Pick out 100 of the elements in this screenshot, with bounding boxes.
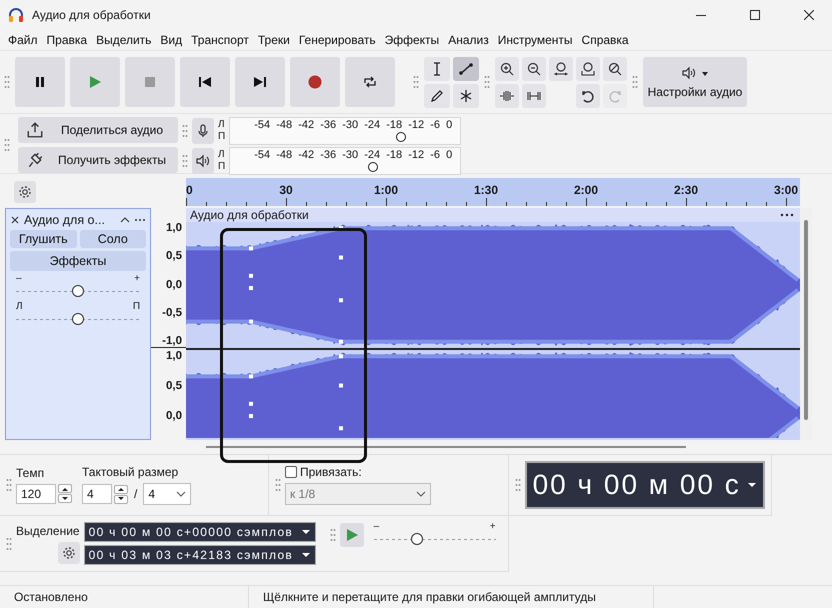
fit-project-button[interactable]: [576, 56, 600, 80]
menu-item[interactable]: Генерировать: [294, 33, 380, 47]
slider-thumb[interactable]: [72, 285, 84, 297]
skip-to-end-icon: [252, 74, 268, 90]
pause-button[interactable]: [15, 57, 65, 107]
grip-handle-icon[interactable]: [484, 75, 490, 89]
record-button[interactable]: [290, 57, 340, 107]
play-button[interactable]: [70, 57, 120, 107]
menu-item[interactable]: Треки: [254, 33, 294, 47]
selection-end-field[interactable]: 00 ч 03 м 03 с+42183 сэмплов: [84, 545, 316, 565]
beats-field[interactable]: 4: [82, 484, 112, 504]
meter-tick-label: -54: [254, 119, 270, 131]
caret-down-icon: [61, 496, 69, 502]
scrollbar-thumb[interactable]: [804, 220, 808, 420]
grip-handle-icon[interactable]: [330, 528, 336, 542]
menu-item[interactable]: Вид: [156, 33, 186, 47]
skip-to-start-icon: [197, 74, 213, 90]
collapse-track-button[interactable]: [120, 215, 130, 225]
upload-icon: [26, 121, 44, 139]
scrollbar-thumb[interactable]: [206, 446, 686, 448]
grip-handle-icon[interactable]: [182, 154, 188, 168]
undo-button[interactable]: [576, 84, 600, 108]
grip-handle-icon[interactable]: [4, 75, 10, 89]
tempo-field[interactable]: 120: [16, 484, 56, 504]
zoom-out-button[interactable]: [522, 56, 546, 80]
meter-tick-label: -42: [298, 149, 314, 161]
play-at-speed-button[interactable]: [340, 522, 364, 546]
track-toggle-button[interactable]: Соло: [80, 230, 146, 248]
menu-item[interactable]: Справка: [578, 33, 633, 47]
menu-item[interactable]: Анализ: [444, 33, 493, 47]
beat-unit-dropdown[interactable]: 4: [143, 483, 192, 505]
chevron-up-icon: [120, 215, 130, 225]
menu-item[interactable]: Эффекты: [380, 33, 444, 47]
slider-thumb[interactable]: [410, 533, 423, 545]
get-effects-button[interactable]: Получить эффекты: [18, 147, 178, 173]
fit-selection-button[interactable]: [549, 56, 573, 80]
meter-slider-thumb[interactable]: [396, 132, 406, 142]
share-audio-button[interactable]: Поделиться аудио: [18, 117, 178, 143]
effects-button[interactable]: Эффекты: [10, 251, 146, 271]
grip-handle-icon[interactable]: [182, 124, 188, 138]
meter-tick-label: -36: [320, 149, 336, 161]
selection-label: Выделение: [16, 524, 80, 538]
time-display[interactable]: 00 ч 00 м 00 с: [524, 461, 765, 509]
grip-handle-icon[interactable]: [6, 478, 12, 492]
grip-handle-icon[interactable]: [632, 75, 638, 89]
track-toggle-button[interactable]: Глушить: [10, 230, 76, 248]
skip-to-end-button[interactable]: [235, 57, 285, 107]
menu-item[interactable]: Выделить: [92, 33, 156, 47]
meter-tick-label: -42: [298, 119, 314, 131]
record-meter-button[interactable]: [192, 118, 214, 144]
menu-item[interactable]: Правка: [42, 33, 92, 47]
meter-slider-thumb[interactable]: [368, 162, 378, 172]
tool-button[interactable]: [453, 84, 479, 108]
selection-start-field[interactable]: 00 ч 00 м 00 с+00000 сэмплов: [84, 522, 316, 542]
zoom-in-button[interactable]: [495, 56, 519, 80]
record-icon: [307, 74, 323, 90]
meter-tick-label: -30: [342, 149, 358, 161]
tool-button[interactable]: [424, 56, 450, 80]
spin-down-button[interactable]: [114, 494, 128, 504]
meter-tick-label: -12: [408, 119, 424, 131]
audio-settings-button[interactable]: Настройки аудио: [643, 57, 747, 107]
playback-meter-button[interactable]: [192, 148, 214, 174]
trim-button[interactable]: [495, 84, 519, 108]
caret-up-icon: [61, 486, 69, 492]
grip-handle-icon[interactable]: [6, 536, 12, 550]
skip-to-start-button[interactable]: [180, 57, 230, 107]
menu-item[interactable]: Транспорт: [187, 33, 253, 47]
scale-label: -0,5: [162, 306, 183, 319]
grip-handle-icon[interactable]: [413, 75, 419, 89]
tool-button[interactable]: [453, 56, 479, 80]
track-name[interactable]: Аудио для о...: [24, 213, 116, 227]
waveform-drawing[interactable]: [186, 222, 800, 348]
caret-icon: [701, 69, 709, 77]
tool-button[interactable]: [424, 84, 450, 108]
clip-title-bar[interactable]: Аудио для обработки: [186, 208, 800, 222]
channel-label: Л: [218, 149, 226, 161]
close-track-button[interactable]: [10, 215, 20, 225]
ruler-label: 3:00: [774, 183, 798, 197]
silence-button[interactable]: [522, 84, 546, 108]
scale-label: 0,5: [166, 250, 183, 262]
maximize-icon: [750, 10, 760, 20]
spin-up-button[interactable]: [58, 484, 72, 493]
spin-up-button[interactable]: [114, 484, 128, 494]
grip-handle-icon[interactable]: [4, 138, 10, 152]
menu-item[interactable]: Инструменты: [494, 33, 577, 47]
scale-label: 0,0: [166, 410, 183, 422]
slider-thumb[interactable]: [72, 313, 84, 325]
asterisk-icon: [458, 88, 474, 104]
settings-icon: [17, 184, 33, 200]
settings-button[interactable]: [58, 542, 80, 564]
timeline-ruler[interactable]: 0 30 1:00 1:30 2:00 2:30 3:00: [186, 178, 800, 206]
zoom-toggle-button[interactable]: [603, 56, 627, 80]
grip-handle-icon[interactable]: [514, 478, 521, 492]
chevron-down-icon: [416, 489, 426, 499]
channel-label: Л: [218, 119, 226, 131]
settings-button[interactable]: [14, 181, 36, 203]
play-icon: [87, 74, 103, 90]
menu-item[interactable]: Файл: [4, 33, 42, 47]
grip-handle-icon[interactable]: [274, 478, 281, 492]
spin-down-button[interactable]: [58, 494, 72, 503]
